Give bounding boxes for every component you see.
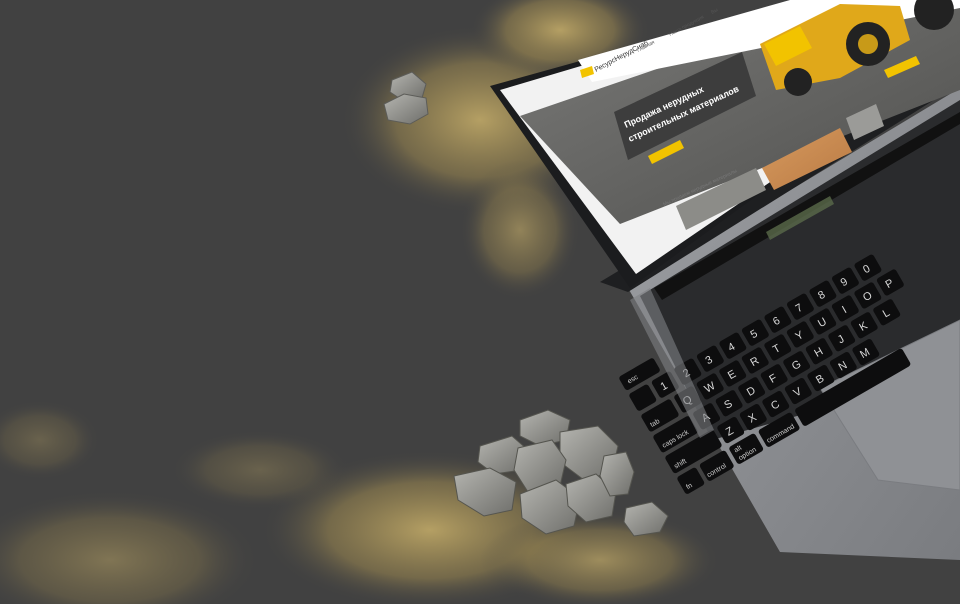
key-fn[interactable]	[676, 467, 705, 495]
laptop-stones-scene: РесурсНерудСнаб Главная Наша продукция В…	[0, 0, 960, 604]
site-nav-3[interactable]: Вы	[710, 7, 719, 16]
key[interactable]	[628, 384, 657, 412]
